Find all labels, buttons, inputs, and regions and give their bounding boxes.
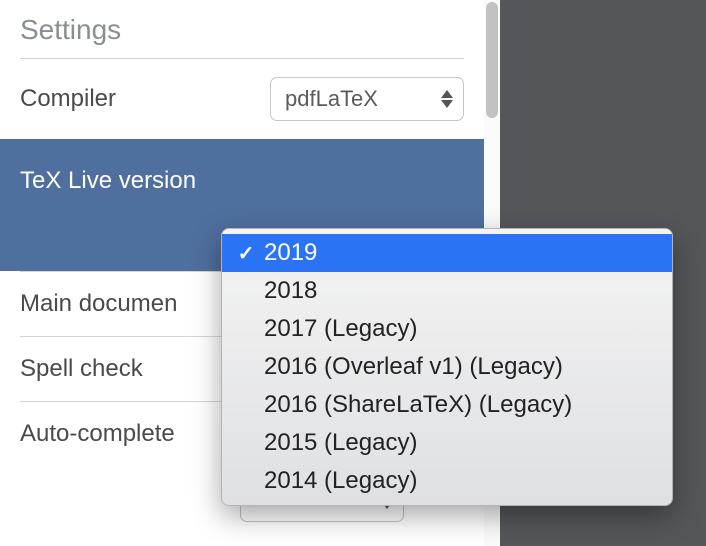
- dropdown-option[interactable]: 2017 (Legacy): [222, 310, 672, 348]
- settings-heading: Settings: [0, 0, 484, 58]
- dropdown-option-label: 2016 (ShareLaTeX) (Legacy): [260, 391, 572, 419]
- dropdown-option-label: 2015 (Legacy): [260, 429, 417, 457]
- dropdown-option[interactable]: 2015 (Legacy): [222, 424, 672, 462]
- dropdown-option-label: 2014 (Legacy): [260, 467, 417, 495]
- dropdown-option[interactable]: 2016 (ShareLaTeX) (Legacy): [222, 386, 672, 424]
- dropdown-option-label: 2017 (Legacy): [260, 315, 417, 343]
- dropdown-option[interactable]: 2018: [222, 272, 672, 310]
- compiler-select[interactable]: pdfLaTeX: [270, 77, 464, 121]
- dropdown-option-label: 2018: [260, 277, 317, 305]
- main-document-label: Main documen: [20, 290, 177, 318]
- checkmark-icon: ✓: [232, 241, 260, 266]
- compiler-value: pdfLaTeX: [285, 86, 378, 112]
- dropdown-option[interactable]: 2014 (Legacy): [222, 462, 672, 500]
- compiler-label: Compiler: [20, 85, 116, 113]
- auto-complete-label: Auto-complete: [20, 420, 175, 448]
- texlive-label: TeX Live version: [20, 167, 196, 195]
- scrollbar-thumb[interactable]: [486, 2, 498, 118]
- select-stepper-icon: [441, 90, 453, 108]
- texlive-dropdown[interactable]: ✓2019 2018 2017 (Legacy) 2016 (Overleaf v1)…: [221, 228, 673, 506]
- dropdown-option[interactable]: 2016 (Overleaf v1) (Legacy): [222, 348, 672, 386]
- dropdown-option-label: 2019: [260, 239, 317, 267]
- spell-check-label: Spell check: [20, 355, 143, 383]
- dropdown-option[interactable]: ✓2019: [222, 234, 672, 272]
- dropdown-option-label: 2016 (Overleaf v1) (Legacy): [260, 353, 563, 381]
- row-compiler: Compiler pdfLaTeX: [0, 59, 484, 139]
